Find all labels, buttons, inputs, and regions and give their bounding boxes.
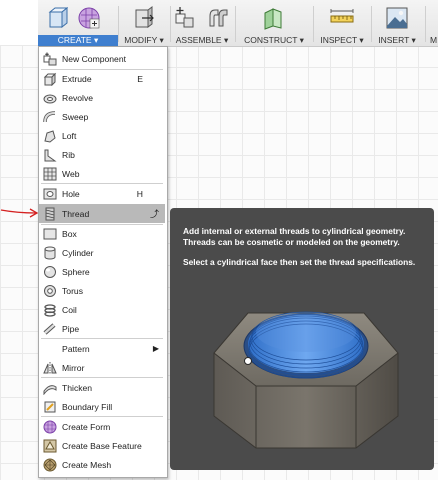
menu-item-label: Pattern [62, 343, 90, 354]
toolbar: CREATE ▾ MODIFY ▾ ASSEMBLE ▾ CONSTRUCT ▾… [38, 0, 438, 47]
torus-icon [43, 284, 57, 298]
thicken-icon [43, 381, 57, 395]
menu-item-label: Create Form [62, 421, 111, 432]
create-dropdown-menu: New Component Extrude E Revolve Sweep Lo… [38, 46, 168, 478]
menu-item-extrude[interactable]: Extrude E [39, 69, 165, 88]
thread-tooltip: Add internal or external threads to cyli… [170, 208, 434, 470]
sphere-icon [43, 265, 57, 279]
submenu-arrow-icon: ▶ [152, 344, 159, 353]
thread-preview-illustration [213, 311, 399, 449]
menu-item-label: Rib [62, 149, 75, 160]
menu-item-label: Cylinder [62, 247, 94, 258]
modify-group[interactable]: MODIFY ▾ [119, 0, 169, 46]
menu-item-torus[interactable]: Torus [39, 281, 165, 300]
shortcut-key: E [137, 73, 143, 84]
tooltip-instruction: Select a cylindrical face then set the t… [183, 257, 416, 267]
web-icon [43, 167, 57, 181]
sweep-icon [43, 110, 57, 124]
menu-item-create-form[interactable]: Create Form [39, 417, 165, 436]
menu-item-new-component[interactable]: New Component [39, 49, 165, 68]
menu-item-cylinder[interactable]: Cylinder [39, 243, 165, 262]
menu-item-loft[interactable]: Loft [39, 126, 165, 145]
mirror-icon [43, 361, 57, 375]
menu-item-label: New Component [62, 53, 127, 64]
extrude-icon [43, 72, 57, 86]
box-icon [43, 227, 57, 241]
assemble-menu-label[interactable]: ASSEMBLE ▾ [171, 35, 233, 46]
menu-item-revolve[interactable]: Revolve [39, 88, 165, 107]
create-form-icon [43, 420, 57, 434]
annotation-arrow [0, 208, 39, 218]
menu-item-thicken[interactable]: Thicken [39, 378, 165, 397]
construct-group[interactable]: CONSTRUCT ▾ [236, 0, 312, 46]
new-component-icon [43, 52, 57, 66]
insert-group[interactable]: INSERT ▾ [372, 0, 422, 46]
menu-item-label: Torus [62, 285, 84, 296]
menu-item-label: Sweep [62, 111, 89, 122]
make-menu-label[interactable]: M [430, 35, 438, 46]
base-feature-icon [43, 439, 57, 453]
menu-item-create-base-feature[interactable]: Create Base Feature [39, 436, 165, 455]
inspect-menu-label[interactable]: INSPECT ▾ [314, 35, 370, 46]
insert-image-icon[interactable] [384, 4, 410, 32]
measure-icon[interactable] [329, 4, 355, 32]
create-mesh-icon [43, 458, 57, 472]
menu-item-boundary-fill[interactable]: Boundary Fill [39, 397, 165, 416]
rib-icon [43, 148, 57, 162]
make-group[interactable]: M [426, 0, 438, 46]
menu-item-label: Hole [62, 188, 80, 199]
modify-menu-label[interactable]: MODIFY ▾ [119, 35, 169, 46]
menu-item-label: Mirror [62, 362, 85, 373]
menu-item-label: Box [62, 228, 77, 239]
create-form-grid-icon[interactable] [76, 4, 102, 32]
inspect-group[interactable]: INSPECT ▾ [314, 0, 370, 46]
tooltip-text: Add internal or external threads to cyli… [183, 226, 423, 278]
insert-menu-label[interactable]: INSERT ▾ [372, 35, 422, 46]
new-component-icon[interactable] [173, 4, 199, 32]
menu-item-label: Loft [62, 130, 77, 141]
press-pull-icon[interactable] [131, 4, 157, 32]
menu-item-label: Boundary Fill [62, 401, 113, 412]
revolve-icon [43, 91, 57, 105]
menu-item-coil[interactable]: Coil [39, 300, 165, 319]
menu-item-label: Sphere [62, 266, 90, 277]
menu-item-label: Coil [62, 304, 77, 315]
menu-item-mirror[interactable]: Mirror [39, 358, 165, 377]
offset-plane-icon[interactable] [261, 4, 287, 32]
menu-item-label: Extrude [62, 73, 92, 84]
menu-item-sweep[interactable]: Sweep [39, 107, 165, 126]
menu-item-web[interactable]: Web [39, 164, 165, 183]
menu-item-label: Thread [62, 208, 90, 219]
thread-icon [43, 207, 57, 221]
extrude-box-icon[interactable] [44, 4, 70, 32]
menu-item-sphere[interactable]: Sphere [39, 262, 165, 281]
construct-menu-label[interactable]: CONSTRUCT ▾ [236, 35, 312, 46]
menu-item-pipe[interactable]: Pipe [39, 319, 165, 338]
menu-item-label: Create Base Feature [62, 440, 142, 451]
tooltip-description: Add internal or external threads to cyli… [183, 226, 406, 247]
menu-item-pattern[interactable]: Pattern ▶ [39, 339, 165, 358]
menu-item-thread[interactable]: Thread ⤴ [39, 204, 165, 223]
joint-icon[interactable] [205, 4, 231, 32]
pipe-icon [43, 322, 57, 336]
menu-item-label: Web [62, 168, 80, 179]
cylinder-icon [43, 246, 57, 260]
menu-item-box[interactable]: Box [39, 224, 165, 243]
pin-icon[interactable]: ⤴ [150, 207, 159, 220]
menu-item-hole[interactable]: Hole H [39, 184, 165, 203]
assemble-group[interactable]: ASSEMBLE ▾ [171, 0, 233, 46]
menu-item-label: Revolve [62, 92, 94, 103]
hole-icon [43, 187, 57, 201]
menu-item-rib[interactable]: Rib [39, 145, 165, 164]
boundary-fill-icon [43, 400, 57, 414]
menu-item-label: Pipe [62, 323, 80, 334]
loft-icon [43, 129, 57, 143]
shortcut-key: H [136, 188, 143, 199]
menu-item-label: Create Mesh [62, 459, 112, 470]
menu-item-create-mesh[interactable]: Create Mesh [39, 455, 165, 474]
menu-item-label: Thicken [62, 382, 93, 393]
coil-icon [43, 303, 57, 317]
create-menu-label[interactable]: CREATE ▾ [38, 35, 118, 46]
create-group[interactable]: CREATE ▾ [38, 0, 118, 46]
